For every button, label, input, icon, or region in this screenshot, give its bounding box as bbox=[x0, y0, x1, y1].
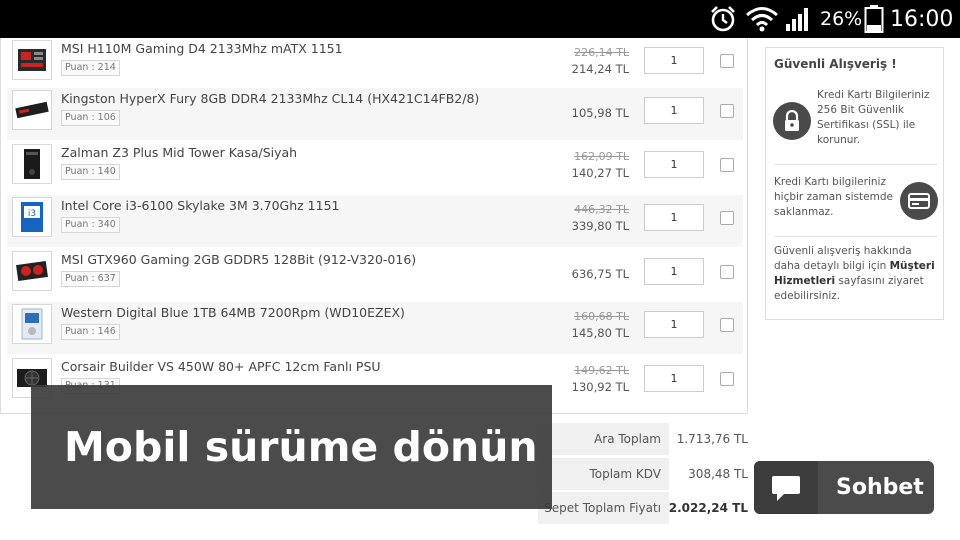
product-name[interactable]: Kingston HyperX Fury 8GB DDR4 2133Mhz CL… bbox=[61, 91, 479, 106]
remove-item-checkbox[interactable] bbox=[720, 54, 734, 68]
clock-time: 16:00 bbox=[890, 6, 954, 32]
customer-service-info: Güvenli alışveriş hakkında daha detaylı … bbox=[774, 245, 935, 302]
cart-item-row: MSI H110M Gaming D4 2133Mhz mATX 1151 Pu… bbox=[7, 38, 743, 90]
quantity-input[interactable]: 1 bbox=[644, 47, 704, 74]
card-storage-info: Kredi Kartı bilgileriniz hiçbir zaman si… bbox=[774, 176, 893, 218]
divider bbox=[774, 164, 938, 165]
product-name[interactable]: Western Digital Blue 1TB 64MB 7200Rpm (W… bbox=[61, 305, 405, 320]
alarm-clock-icon bbox=[708, 0, 740, 38]
quantity-input[interactable]: 1 bbox=[644, 151, 704, 178]
product-name[interactable]: Corsair Builder VS 450W 80+ APFC 12cm Fa… bbox=[61, 359, 381, 374]
divider bbox=[774, 236, 938, 237]
cart-item-row: Zalman Z3 Plus Mid Tower Kasa/Siyah Puan… bbox=[7, 142, 743, 194]
vat-row: Toplam KDV 308,48 TL bbox=[538, 458, 748, 490]
price: 105,98 TL bbox=[571, 106, 629, 120]
lock-icon bbox=[773, 102, 811, 140]
motherboard-icon[interactable] bbox=[12, 40, 52, 80]
price: 339,80 TL bbox=[571, 219, 629, 233]
product-name[interactable]: MSI GTX960 Gaming 2GB GDDR5 128Bit (912-… bbox=[61, 252, 416, 267]
svg-text:i3: i3 bbox=[28, 209, 36, 219]
product-name[interactable]: MSI H110M Gaming D4 2133Mhz mATX 1151 bbox=[61, 41, 343, 56]
remove-item-checkbox[interactable] bbox=[720, 318, 734, 332]
graphics-card-icon[interactable] bbox=[12, 251, 52, 291]
chat-bubble-icon bbox=[754, 461, 818, 514]
pc-case-icon[interactable] bbox=[12, 144, 52, 184]
points-badge: Puan : 140 bbox=[61, 164, 120, 180]
wifi-icon bbox=[745, 0, 779, 38]
switch-to-mobile-label: Mobil sürüme dönün bbox=[64, 423, 538, 471]
quantity-input[interactable]: 1 bbox=[644, 258, 704, 285]
price: 140,27 TL bbox=[571, 166, 629, 180]
subtotal-row: Ara Toplam 1.713,76 TL bbox=[538, 423, 748, 455]
ram-icon[interactable] bbox=[12, 90, 52, 130]
points-badge: Puan : 214 bbox=[61, 60, 120, 76]
points-badge: Puan : 637 bbox=[61, 271, 120, 287]
hard-drive-icon[interactable] bbox=[12, 304, 52, 344]
cart-items-panel: MSI H110M Gaming D4 2133Mhz mATX 1151 Pu… bbox=[0, 38, 748, 414]
credit-card-icon bbox=[900, 182, 938, 220]
price: 130,92 TL bbox=[571, 380, 629, 394]
points-badge: Puan : 340 bbox=[61, 217, 120, 233]
quantity-input[interactable]: 1 bbox=[644, 97, 704, 124]
price: 145,80 TL bbox=[571, 326, 629, 340]
cart-total-value: 2.022,24 TL bbox=[668, 501, 748, 515]
cart-item-row: i3 Intel Core i3-6100 Skylake 3M 3.70Ghz… bbox=[7, 195, 743, 247]
quantity-input[interactable]: 1 bbox=[644, 311, 704, 338]
cart-item-row: Western Digital Blue 1TB 64MB 7200Rpm (W… bbox=[7, 302, 743, 354]
points-badge: Puan : 146 bbox=[61, 324, 120, 340]
chat-button[interactable]: Sohbet bbox=[754, 461, 934, 514]
cell-signal-icon bbox=[785, 0, 813, 38]
secure-shopping-title: Güvenli Alışveriş ! bbox=[774, 57, 897, 71]
battery-icon bbox=[864, 0, 884, 38]
remove-item-checkbox[interactable] bbox=[720, 372, 734, 386]
old-price: 160,68 TL bbox=[574, 310, 629, 323]
secure-shopping-box: Güvenli Alışveriş ! Kredi Kartı Bilgiler… bbox=[765, 47, 944, 320]
switch-to-mobile-button[interactable]: Mobil sürüme dönün bbox=[31, 385, 552, 509]
old-price: 149,62 TL bbox=[574, 364, 629, 377]
cart-item-row: Kingston HyperX Fury 8GB DDR4 2133Mhz CL… bbox=[7, 88, 743, 140]
battery-percent: 26% bbox=[820, 8, 863, 30]
old-price: 226,14 TL bbox=[574, 46, 629, 59]
remove-item-checkbox[interactable] bbox=[720, 265, 734, 279]
price: 636,75 TL bbox=[571, 267, 629, 281]
cart-total-row: Sepet Toplam Fiyatı 2.022,24 TL bbox=[538, 492, 748, 524]
old-price: 162,09 TL bbox=[574, 150, 629, 163]
cpu-box-icon[interactable]: i3 bbox=[12, 197, 52, 237]
quantity-input[interactable]: 1 bbox=[644, 204, 704, 231]
price: 214,24 TL bbox=[571, 62, 629, 76]
chat-label: Sohbet bbox=[836, 475, 924, 500]
status-bar: 26% 16:00 bbox=[0, 0, 960, 38]
points-badge: Puan : 106 bbox=[61, 110, 120, 126]
subtotal-label: Ara Toplam bbox=[538, 423, 669, 455]
old-price: 446,32 TL bbox=[574, 203, 629, 216]
ssl-info: Kredi Kartı Bilgileriniz 256 Bit Güvenli… bbox=[817, 89, 930, 146]
product-name[interactable]: Intel Core i3-6100 Skylake 3M 3.70Ghz 11… bbox=[61, 198, 340, 213]
remove-item-checkbox[interactable] bbox=[720, 211, 734, 225]
vat-value: 308,48 TL bbox=[688, 467, 748, 481]
subtotal-value: 1.713,76 TL bbox=[676, 432, 748, 446]
vat-label: Toplam KDV bbox=[538, 458, 669, 490]
remove-item-checkbox[interactable] bbox=[720, 104, 734, 118]
product-name[interactable]: Zalman Z3 Plus Mid Tower Kasa/Siyah bbox=[61, 145, 297, 160]
cart-item-row: MSI GTX960 Gaming 2GB GDDR5 128Bit (912-… bbox=[7, 249, 743, 301]
remove-item-checkbox[interactable] bbox=[720, 158, 734, 172]
cart-total-label: Sepet Toplam Fiyatı bbox=[538, 492, 669, 524]
quantity-input[interactable]: 1 bbox=[644, 365, 704, 392]
